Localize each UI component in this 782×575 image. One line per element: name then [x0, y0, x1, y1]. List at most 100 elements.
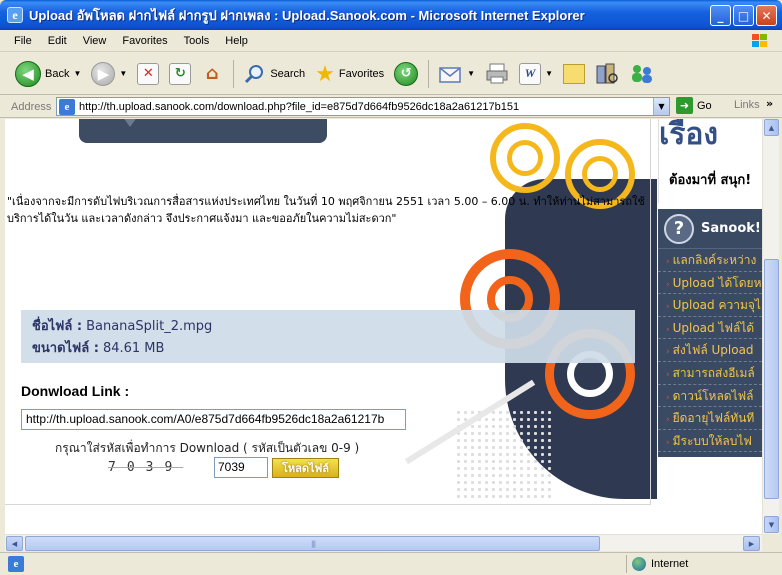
grip-icon: ||| [311, 540, 316, 548]
zone-label: Internet [651, 558, 689, 570]
sidebar-link[interactable]: › สามารถส่งอีเมล์ [658, 362, 762, 385]
art-ring [507, 140, 543, 176]
dropdown-arrow-icon[interactable]: ▼ [545, 69, 553, 78]
bullet-icon: › [666, 279, 670, 290]
menu-tools[interactable]: Tools [176, 35, 218, 47]
question-icon: ? [664, 213, 694, 244]
file-name-row: ชื่อไฟล์ : BananaSplit_2.mpg [32, 316, 635, 338]
scroll-up-icon[interactable]: ▲ [764, 119, 779, 136]
chevron-right-icon[interactable]: » [766, 97, 773, 110]
messenger-button[interactable] [626, 57, 658, 91]
note-icon [563, 63, 585, 84]
mail-icon [439, 66, 461, 83]
window-title: Upload อัพโหลด ฝากไฟล์ ฝากรูป ฝากเพลง : … [29, 7, 585, 23]
sidebar-link[interactable]: › ส่งไฟล์ Upload [658, 339, 762, 362]
content-divider [5, 504, 650, 505]
links-button[interactable]: Links [734, 99, 760, 111]
scroll-left-icon[interactable]: ◀ [6, 536, 23, 551]
search-label: Search [270, 67, 306, 80]
file-size-value: 84.61 MB [102, 341, 165, 356]
security-zone: Internet [626, 555, 746, 573]
go-button[interactable]: ➜ Go [676, 97, 712, 114]
vertical-scroll-thumb[interactable] [764, 259, 779, 499]
art-ring [582, 156, 618, 192]
bullet-icon: › [666, 392, 670, 403]
menu-edit[interactable]: Edit [40, 35, 75, 47]
page-status-icon: e [8, 556, 24, 572]
ie-icon: e [7, 7, 23, 23]
sidebar-link[interactable]: › แลกลิงค์ระหว่าง [658, 249, 762, 272]
bullet-icon: › [666, 347, 670, 358]
back-button[interactable]: ◀ Back ▼ [12, 57, 84, 91]
scrollbar-corner [762, 534, 779, 551]
sidebar-banner-tagline: ต้องมาที่ สนุก! [669, 173, 752, 188]
sidebar-link-label: ส่งไฟล์ Upload [672, 343, 754, 358]
refresh-button[interactable]: ↻ [166, 57, 194, 91]
maximize-button[interactable]: □ [733, 5, 754, 26]
history-icon: ↺ [394, 61, 419, 86]
mail-button[interactable]: ▼ [436, 57, 478, 91]
bullet-icon: › [666, 437, 670, 448]
go-arrow-icon: ➜ [676, 97, 693, 114]
address-label: Address [11, 100, 52, 113]
dropdown-arrow-icon[interactable]: ▼ [73, 69, 81, 78]
home-button[interactable]: ⌂ [198, 57, 226, 91]
address-input[interactable]: e http://th.upload.sanook.com/download.p… [56, 97, 670, 116]
sidebar-header: ? Sanook! [658, 209, 762, 249]
menu-file[interactable]: File [0, 35, 40, 47]
sidebar-link[interactable]: › Upload ไฟล์ได้ [658, 317, 762, 340]
sidebar-link[interactable]: › Upload ได้โดยห [658, 272, 762, 295]
horizontal-scrollbar[interactable]: ◀ ||| ▶ [5, 534, 762, 551]
research-button[interactable] [592, 57, 622, 91]
research-icon [596, 63, 618, 83]
address-dropdown-icon[interactable]: ▼ [653, 98, 669, 115]
sidebar-link[interactable]: › มีระบบให้ลบไฟ [658, 430, 762, 453]
favorites-button[interactable]: ★ Favorites [312, 57, 387, 91]
dropdown-arrow-icon[interactable]: ▼ [467, 69, 475, 78]
address-url[interactable]: http://th.upload.sanook.com/download.php… [79, 101, 653, 113]
sidebar-link[interactable]: › Upload ความจุไ [658, 294, 762, 317]
sidebar-link-label: Upload ไฟล์ได้ [672, 320, 755, 335]
download-file-button[interactable]: โหลดไฟล์ [272, 458, 339, 478]
file-name-value: BananaSplit_2.mpg [86, 319, 213, 334]
address-bar: Address e http://th.upload.sanook.com/do… [0, 96, 782, 118]
horizontal-scroll-thumb[interactable]: ||| [25, 536, 600, 551]
search-icon [245, 64, 264, 83]
favorites-label: Favorites [338, 67, 385, 80]
stop-button[interactable]: ✕ [134, 57, 162, 91]
captcha-input[interactable]: 7039 [214, 457, 268, 478]
captcha-image: 7039 [103, 458, 201, 478]
window-controls: _ □ ✕ [710, 5, 777, 26]
forward-button[interactable]: ▶ ▼ [88, 57, 130, 91]
menu-help[interactable]: Help [217, 35, 256, 47]
word-icon: W [519, 62, 542, 85]
close-button[interactable]: ✕ [756, 5, 777, 26]
download-link-field[interactable]: http://th.upload.sanook.com/A0/e875d7d66… [21, 409, 406, 430]
discuss-button[interactable] [560, 57, 588, 91]
sidebar-banner-text: เรือง [659, 119, 719, 152]
sidebar-link-label: สามารถส่งอีเมล์ [672, 365, 755, 380]
menu-view[interactable]: View [75, 35, 115, 47]
file-size-row: ขนาดไฟล์ : 84.61 MB [32, 338, 635, 360]
status-bar: e Internet [0, 552, 782, 575]
search-button[interactable]: Search [241, 57, 308, 91]
sidebar-title: Sanook! [701, 221, 761, 236]
content-divider [650, 119, 651, 505]
page-content: "เนื่องจากจะมีการดับไฟบริเวณการสื่อสารแห… [5, 119, 762, 534]
scroll-right-icon[interactable]: ▶ [743, 536, 760, 551]
scroll-down-icon[interactable]: ▼ [764, 516, 779, 533]
sidebar-link-label: Upload ได้โดยห [672, 275, 762, 290]
menu-favorites[interactable]: Favorites [114, 35, 175, 47]
history-button[interactable]: ↺ [391, 57, 421, 91]
stop-icon: ✕ [137, 62, 160, 85]
minimize-button[interactable]: _ [710, 5, 731, 26]
vertical-scrollbar[interactable]: ▲ ▼ [762, 119, 779, 534]
sidebar-link-label: ยืดอายุไฟล์ทันที [672, 411, 755, 426]
bullet-icon: › [666, 324, 670, 335]
print-button[interactable] [482, 57, 512, 91]
forward-arrow-icon: ▶ [91, 61, 116, 86]
dropdown-arrow-icon[interactable]: ▼ [119, 69, 127, 78]
sidebar-link[interactable]: › ดาวน์โหลดไฟล์ [658, 385, 762, 408]
edit-button[interactable]: W ▼ [516, 57, 556, 91]
sidebar-link[interactable]: › ยืดอายุไฟล์ทันที [658, 407, 762, 430]
